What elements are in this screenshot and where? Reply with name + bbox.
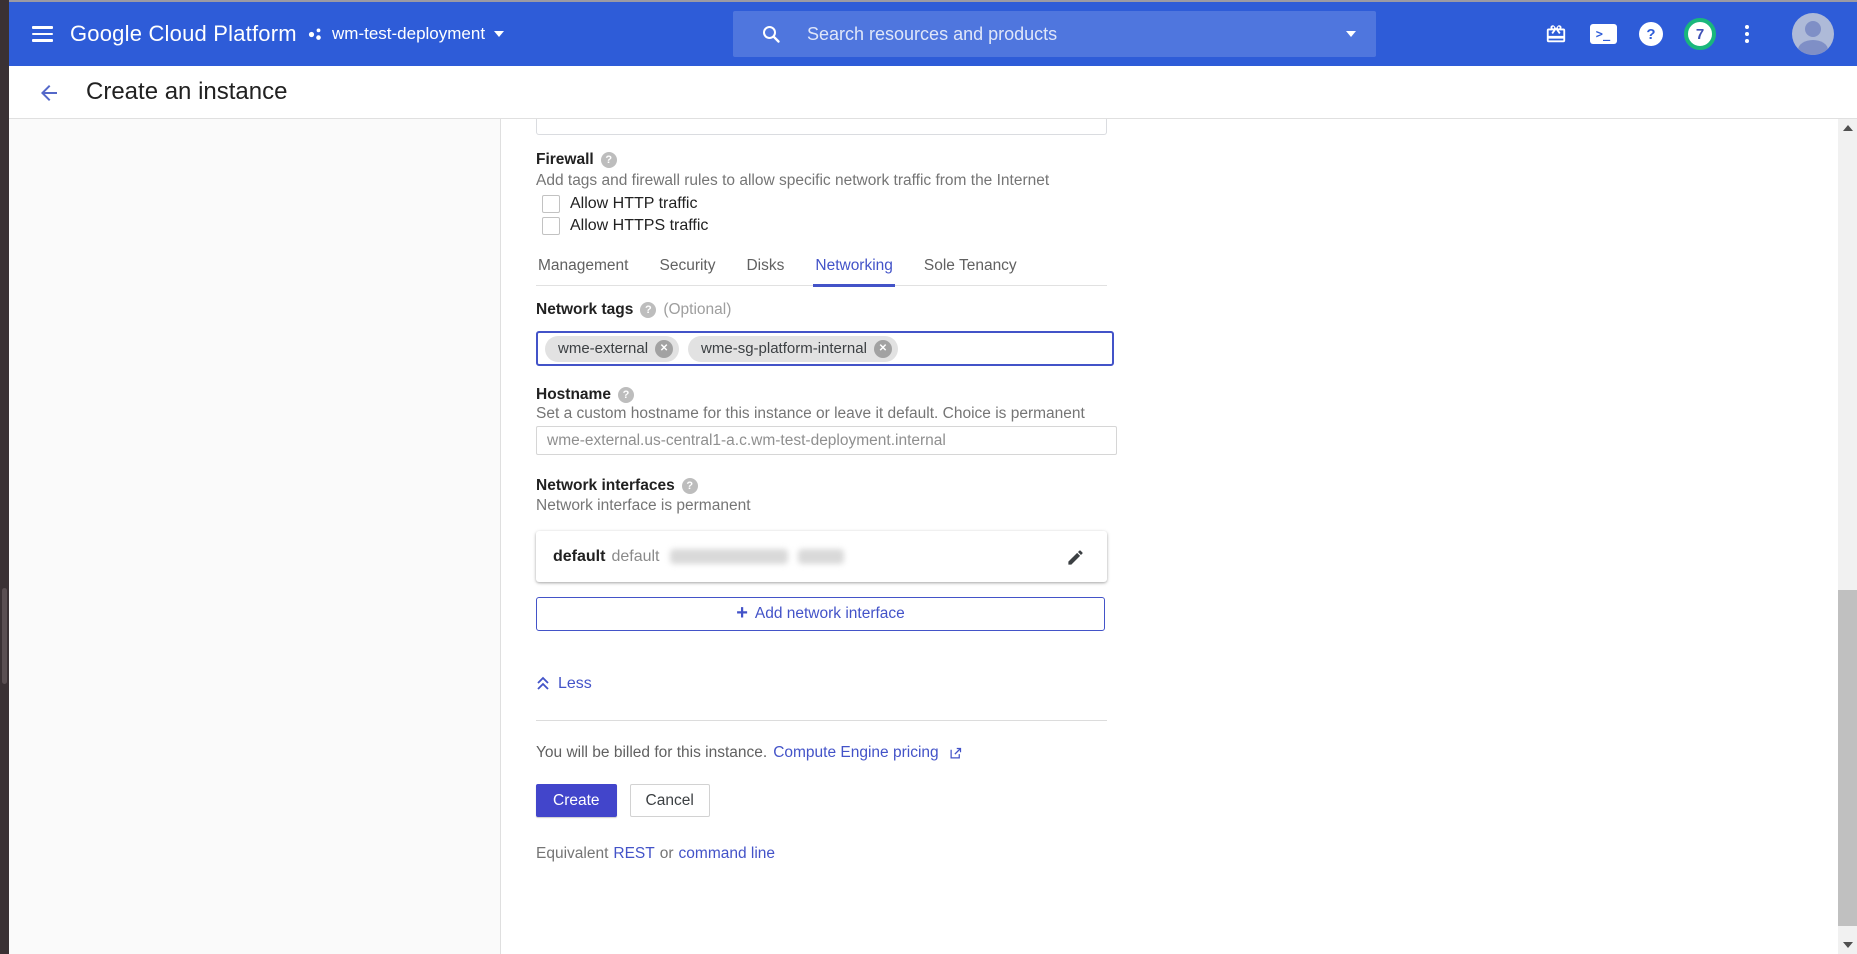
search-placeholder: Search resources and products xyxy=(807,24,1346,45)
chevron-down-icon xyxy=(494,31,504,37)
left-edge-scroll-handle[interactable] xyxy=(2,588,7,684)
hostname-help-icon[interactable]: ? xyxy=(618,387,634,403)
network-interfaces-label: Network interfaces xyxy=(536,477,675,495)
interface-name: default xyxy=(553,548,605,566)
tab-disks[interactable]: Disks xyxy=(744,251,786,285)
allow-https-checkbox-row[interactable]: Allow HTTPS traffic xyxy=(542,217,708,235)
chevrons-up-icon xyxy=(536,676,550,692)
help-icon[interactable]: ? xyxy=(1627,22,1675,46)
firewall-label: Firewall xyxy=(536,151,594,169)
hostname-description: Set a custom hostname for this instance … xyxy=(536,405,1085,423)
gcp-console-window: Google Cloud Platform wm-test-deployment… xyxy=(0,0,1857,954)
instance-form-column: Firewall ? Add tags and firewall rules t… xyxy=(536,118,1107,954)
notification-count: 7 xyxy=(1684,18,1716,50)
external-link-icon xyxy=(948,746,963,761)
remove-tag-icon[interactable]: ✕ xyxy=(874,340,892,358)
allow-https-label: Allow HTTPS traffic xyxy=(570,217,708,235)
cut-off-input-field[interactable] xyxy=(536,118,1107,135)
search-dropdown-icon[interactable] xyxy=(1346,31,1356,37)
scrollbar-down-arrow[interactable] xyxy=(1838,936,1857,954)
network-interfaces-description: Network interface is permanent xyxy=(536,497,751,515)
tab-sole-tenancy[interactable]: Sole Tenancy xyxy=(922,251,1019,285)
allow-https-checkbox[interactable] xyxy=(542,217,560,235)
tab-networking[interactable]: Networking xyxy=(813,251,895,287)
scrollbar-thumb[interactable] xyxy=(1838,590,1857,926)
rest-link[interactable]: REST xyxy=(613,845,654,863)
left-side-panel xyxy=(9,119,501,954)
compute-engine-pricing-link[interactable]: Compute Engine pricing xyxy=(773,744,938,762)
billing-note: You will be billed for this instance. Co… xyxy=(536,744,963,762)
network-tag-chip: wme-sg-platform-internal ✕ xyxy=(688,336,898,362)
page-title: Create an instance xyxy=(86,66,287,118)
network-tags-section: Network tags ? (Optional) xyxy=(536,301,731,319)
cloud-shell-icon[interactable]: >_ xyxy=(1579,24,1627,44)
form-actions: Create Cancel xyxy=(536,784,710,817)
tab-security[interactable]: Security xyxy=(657,251,717,285)
scrollbar-up-arrow[interactable] xyxy=(1838,119,1857,137)
allow-http-label: Allow HTTP traffic xyxy=(570,195,697,213)
network-tags-input[interactable]: wme-external ✕ wme-sg-platform-internal … xyxy=(536,331,1114,366)
network-interfaces-section: Network interfaces ? xyxy=(536,477,698,495)
settings-tab-bar: Management Security Disks Networking Sol… xyxy=(536,251,1107,286)
network-interface-card[interactable]: default default xyxy=(536,531,1107,582)
network-tags-help-icon[interactable]: ? xyxy=(640,302,656,318)
left-edge-strip xyxy=(0,0,9,954)
equivalent-links: Equivalent REST or command line xyxy=(536,845,775,863)
more-options-icon[interactable] xyxy=(1725,25,1769,43)
back-arrow-icon[interactable] xyxy=(35,79,63,107)
cancel-button[interactable]: Cancel xyxy=(630,784,710,817)
hostname-section: Hostname ? xyxy=(536,386,634,404)
allow-http-checkbox[interactable] xyxy=(542,195,560,213)
hostname-input[interactable] xyxy=(536,426,1117,455)
free-trial-gift-icon[interactable] xyxy=(1533,23,1579,45)
plus-icon: + xyxy=(736,603,748,623)
search-input[interactable]: Search resources and products xyxy=(733,11,1376,57)
window-top-edge xyxy=(9,0,1857,2)
collapse-less-link[interactable]: Less xyxy=(536,675,592,693)
firewall-section: Firewall ? xyxy=(536,151,617,169)
header-action-icons: >_ ? 7 xyxy=(1533,2,1857,66)
interface-network: default xyxy=(611,548,659,566)
redacted-ip-blur xyxy=(670,549,788,564)
avatar xyxy=(1792,13,1834,55)
network-tag-chip: wme-external ✕ xyxy=(545,336,679,362)
search-icon xyxy=(761,24,781,44)
menu-icon[interactable] xyxy=(32,22,54,46)
brand-logo[interactable]: Google Cloud Platform xyxy=(70,2,297,66)
remove-tag-icon[interactable]: ✕ xyxy=(655,340,673,358)
create-button[interactable]: Create xyxy=(536,784,617,817)
project-selector[interactable]: wm-test-deployment xyxy=(308,2,504,66)
network-tags-label: Network tags xyxy=(536,301,633,319)
account-avatar[interactable] xyxy=(1769,13,1857,55)
vertical-scrollbar[interactable] xyxy=(1838,119,1857,954)
redacted-ip-blur xyxy=(798,549,844,564)
section-divider xyxy=(536,720,1107,721)
hostname-label: Hostname xyxy=(536,386,611,404)
optional-hint: (Optional) xyxy=(663,301,731,319)
project-name: wm-test-deployment xyxy=(332,24,485,44)
add-network-interface-button[interactable]: + Add network interface xyxy=(536,597,1105,631)
allow-http-checkbox-row[interactable]: Allow HTTP traffic xyxy=(542,195,697,213)
firewall-help-icon[interactable]: ? xyxy=(601,152,617,168)
command-line-link[interactable]: command line xyxy=(679,845,776,863)
notifications-badge[interactable]: 7 xyxy=(1675,18,1725,50)
tab-management[interactable]: Management xyxy=(536,251,630,285)
page-header-bar: Create an instance xyxy=(9,66,1857,119)
network-interfaces-help-icon[interactable]: ? xyxy=(682,478,698,494)
firewall-description: Add tags and firewall rules to allow spe… xyxy=(536,172,1049,190)
top-navigation-bar: Google Cloud Platform wm-test-deployment… xyxy=(9,2,1857,66)
edit-interface-icon[interactable] xyxy=(1063,545,1087,569)
project-icon xyxy=(308,27,323,42)
